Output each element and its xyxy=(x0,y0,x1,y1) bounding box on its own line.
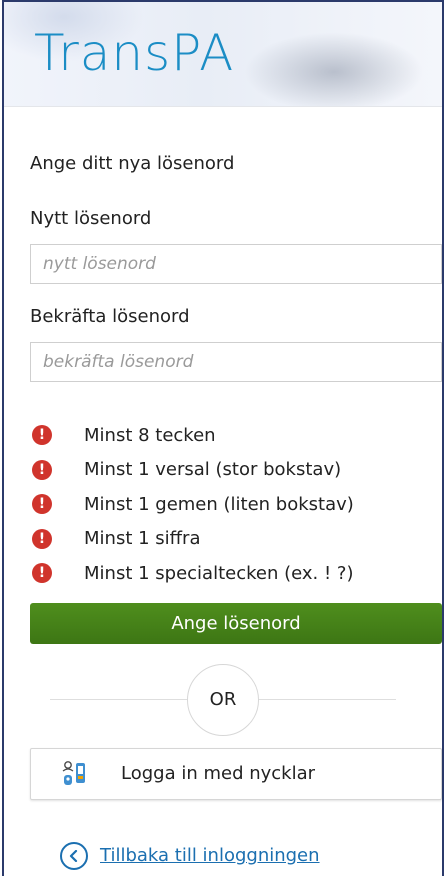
error-exclamation-icon: ! xyxy=(32,563,52,584)
confirm-password-label: Bekräfta lösenord xyxy=(30,306,190,327)
password-rules-list: ! Minst 8 tecken ! Minst 1 versal (stor … xyxy=(30,418,416,591)
error-exclamation-icon: ! xyxy=(32,528,52,549)
error-exclamation-icon: ! xyxy=(32,425,52,446)
login-with-keys-label: Logga in med nycklar xyxy=(121,763,316,784)
back-to-login-link[interactable]: Tillbaka till inloggningen xyxy=(100,845,320,866)
error-exclamation-icon: ! xyxy=(32,494,52,515)
password-rule: ! Minst 8 tecken xyxy=(30,418,416,453)
password-rule: ! Minst 1 gemen (liten bokstav) xyxy=(30,487,416,522)
error-exclamation-icon: ! xyxy=(32,459,52,480)
password-form: Ange ditt nya lösenord Nytt lösenord Bek… xyxy=(4,153,442,870)
or-label: OR xyxy=(187,663,259,736)
or-divider: OR xyxy=(30,663,416,736)
chevron-left-icon[interactable] xyxy=(60,841,88,870)
password-rule: ! Minst 1 siffra xyxy=(30,522,416,557)
password-rule: ! Minst 1 versal (stor bokstav) xyxy=(30,453,416,488)
password-rule-text: Minst 1 specialtecken (ex. ! ?) xyxy=(84,562,354,584)
brand-logo: TransPA xyxy=(34,24,235,82)
app-frame: TransPA Ange ditt nya lösenord Nytt löse… xyxy=(2,0,444,876)
security-key-icon xyxy=(61,760,91,788)
page-subtitle: Ange ditt nya lösenord xyxy=(30,153,235,174)
confirm-password-input[interactable] xyxy=(30,342,442,382)
password-rule-text: Minst 8 tecken xyxy=(84,424,216,446)
header-background-blur xyxy=(244,32,424,106)
back-to-login[interactable]: Tillbaka till inloggningen xyxy=(60,841,416,870)
header: TransPA xyxy=(4,2,442,107)
password-rule-text: Minst 1 versal (stor bokstav) xyxy=(84,459,342,481)
set-password-button[interactable]: Ange lösenord xyxy=(30,602,442,644)
password-rule-text: Minst 1 siffra xyxy=(84,528,201,550)
password-rule-text: Minst 1 gemen (liten bokstav) xyxy=(84,493,354,515)
new-password-label: Nytt lösenord xyxy=(30,208,152,229)
login-with-keys-button[interactable]: Logga in med nycklar xyxy=(30,747,442,800)
new-password-input[interactable] xyxy=(30,244,442,284)
password-rule: ! Minst 1 specialtecken (ex. ! ?) xyxy=(30,556,416,591)
